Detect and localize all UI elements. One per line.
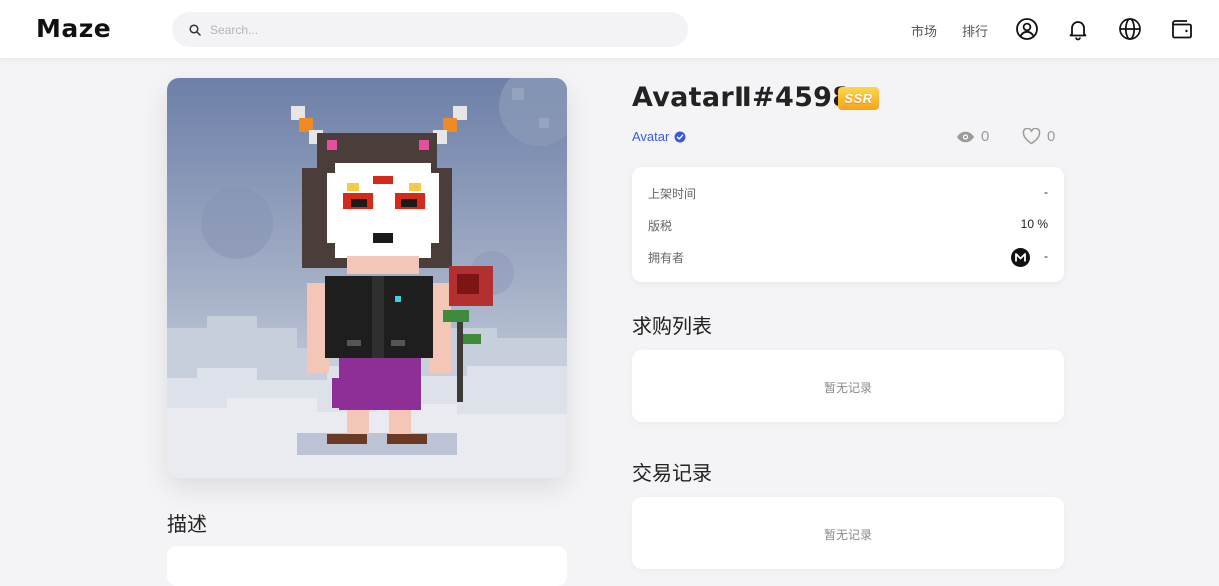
offers-empty-text: 暂无记录 (823, 381, 872, 395)
logo[interactable]: Maze (36, 14, 111, 43)
search-input[interactable] (208, 21, 672, 38)
views-count: 0 (981, 128, 990, 145)
wallet-icon[interactable] (1170, 17, 1194, 41)
owner-value[interactable]: - (1044, 249, 1048, 263)
item-title: AvatarⅡ#4598 (632, 82, 852, 113)
description-card (167, 546, 567, 586)
likes-stat[interactable]: 0 (1022, 128, 1055, 145)
nav-market-link[interactable]: 市场 (911, 21, 937, 40)
bell-icon[interactable] (1066, 17, 1090, 41)
nft-artwork[interactable] (167, 78, 567, 478)
globe-icon[interactable] (1118, 17, 1142, 41)
trade-history-card: 暂无记录 (632, 497, 1064, 569)
trades-heading: 交易记录 (632, 463, 712, 485)
collection-link[interactable]: Avatar (632, 129, 686, 144)
owner-avatar[interactable] (1011, 248, 1030, 267)
top-navbar: Maze 市场 排行 (0, 0, 1219, 59)
description-heading: 描述 (167, 514, 207, 536)
offers-heading: 求购列表 (632, 316, 712, 338)
rarity-badge: SSR (838, 87, 879, 110)
listed-time-label: 上架时间 (648, 187, 697, 201)
pixel-avatar-image (167, 78, 567, 478)
m-logo-icon (1015, 253, 1026, 262)
royalty-value: 10 % (1020, 217, 1048, 231)
search-bar[interactable] (172, 12, 688, 47)
trades-empty-text: 暂无记录 (823, 528, 872, 542)
likes-count: 0 (1047, 128, 1056, 145)
eye-icon (957, 131, 974, 142)
user-icon[interactable] (1015, 17, 1039, 41)
listed-time-value: - (1044, 185, 1048, 199)
collection-name: Avatar (632, 129, 670, 144)
search-icon (189, 23, 201, 36)
verified-icon (674, 131, 686, 142)
royalty-label: 版税 (648, 219, 673, 233)
item-details-card: 上架时间 - 版税 10 % 拥有者 - (632, 167, 1064, 282)
views-stat: 0 (956, 128, 989, 145)
owner-label: 拥有者 (648, 251, 685, 265)
heart-icon[interactable] (1022, 128, 1041, 145)
nav-ranking-link[interactable]: 排行 (962, 21, 988, 40)
offers-list-card: 暂无记录 (632, 350, 1064, 422)
